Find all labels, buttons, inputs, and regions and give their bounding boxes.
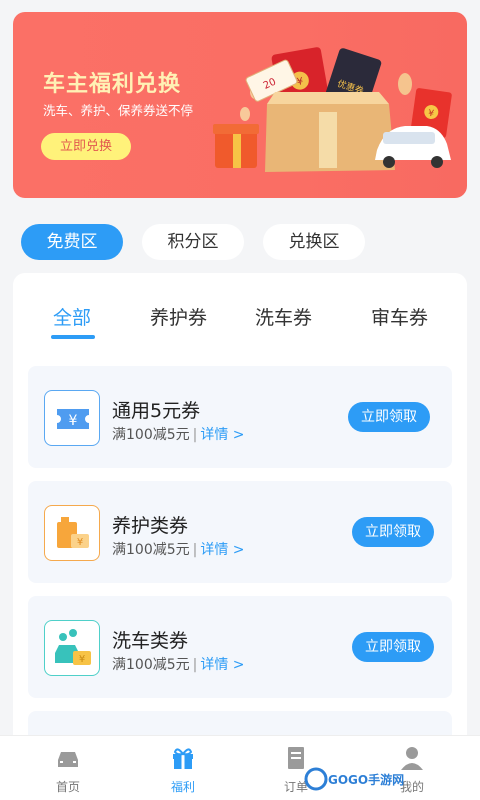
- oil-can-icon: ¥: [44, 505, 100, 561]
- claim-coupon-button[interactable]: 立即领取: [352, 632, 434, 662]
- coupon-condition: 满100减5元: [112, 427, 190, 443]
- category-tab-carwash[interactable]: 洗车券: [255, 303, 312, 330]
- gift-icon: [173, 748, 193, 769]
- coupon-detail-link[interactable]: 详情 >: [200, 657, 244, 673]
- banner-title: 车主福利兑换: [43, 72, 182, 97]
- coupon-card: ¥ 通用5元券 满100减5元 | 详情 > 立即领取: [28, 366, 452, 468]
- zone-tab-points[interactable]: 积分区: [142, 224, 244, 260]
- coupon-condition-row: 满100减5元 | 详情 >: [112, 539, 245, 559]
- claim-coupon-button[interactable]: 立即领取: [348, 402, 430, 432]
- separator: |: [192, 427, 198, 443]
- car-icon: [58, 752, 78, 767]
- coupon-card: ¥ 洗车类券 满100减5元 | 详情 > 立即领取: [28, 596, 452, 698]
- promo-banner[interactable]: 车主福利兑换 洗车、养护、保养券送不停 立即兑换 ¥ ¥ 优惠券 20: [13, 12, 467, 198]
- zone-tab-exchange[interactable]: 兑换区: [263, 224, 365, 260]
- nav-welfare[interactable]: 福利: [153, 744, 213, 795]
- claim-coupon-button[interactable]: 立即领取: [352, 517, 434, 547]
- category-tab-all[interactable]: 全部: [53, 303, 91, 330]
- gift-box-illustration: ¥ ¥ 优惠券 20: [213, 47, 452, 172]
- car-wash-icon: ¥: [44, 620, 100, 676]
- coupon-detail-link[interactable]: 详情 >: [200, 427, 244, 443]
- coupon-condition-row: 满100减5元 | 详情 >: [112, 654, 245, 674]
- nav-home[interactable]: 首页: [38, 744, 98, 795]
- separator: |: [192, 542, 198, 558]
- nav-label: 首页: [55, 780, 80, 794]
- separator: |: [192, 657, 198, 673]
- coupon-condition-row: 满100减5元 | 详情 >: [112, 424, 245, 444]
- watermark-text: GOGO手游网: [328, 772, 404, 787]
- category-tab-maintenance[interactable]: 养护券: [150, 303, 207, 330]
- coupon-detail-link[interactable]: 详情 >: [200, 542, 244, 558]
- svg-text:¥: ¥: [69, 413, 78, 429]
- zone-tab-free[interactable]: 免费区: [21, 224, 123, 260]
- coupon-title: 通用5元券: [112, 400, 201, 422]
- coupon-card: ¥ 养护类券 满100减5元 | 详情 > 立即领取: [28, 481, 452, 583]
- coupon-title: 养护类券: [112, 515, 189, 537]
- ticket-yen-icon: ¥: [44, 390, 100, 446]
- svg-text:¥: ¥: [77, 537, 83, 548]
- coupon-condition: 满100减5元: [112, 657, 190, 673]
- nav-label: 福利: [170, 780, 195, 794]
- coupon-title: 洗车类券: [112, 630, 189, 652]
- coupon-condition: 满100减5元: [112, 542, 190, 558]
- category-tab-inspection[interactable]: 审车券: [371, 303, 428, 330]
- redeem-now-button[interactable]: 立即兑换: [41, 133, 131, 160]
- banner-subtitle: 洗车、养护、保养券送不停: [43, 103, 194, 118]
- active-tab-indicator: [51, 335, 95, 339]
- watermark-logo: GOGO手游网: [304, 767, 404, 791]
- svg-text:¥: ¥: [79, 654, 85, 665]
